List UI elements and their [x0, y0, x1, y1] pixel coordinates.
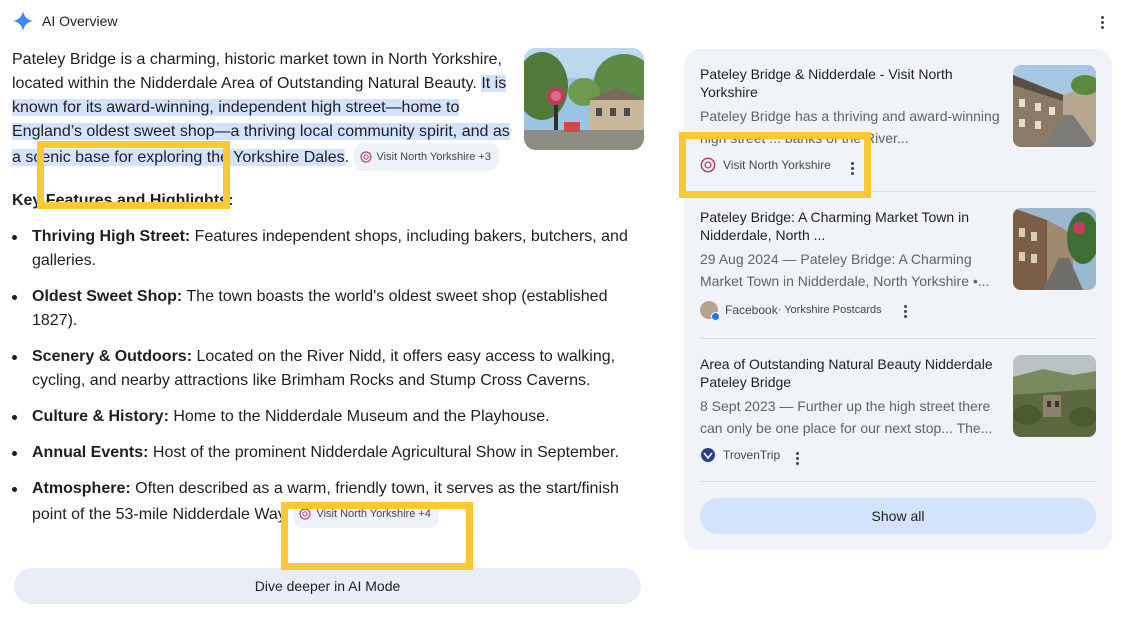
- list-item: Annual Events: Host of the prominent Nid…: [12, 441, 644, 465]
- feature-label: Oldest Sweet Shop:: [32, 288, 183, 305]
- source-site-name: TrovenTrip: [723, 448, 781, 462]
- citation-chip[interactable]: Visit North Yorkshire +3: [353, 143, 499, 171]
- landscape-photo: [1013, 355, 1096, 437]
- rose-logo-icon: [359, 151, 372, 163]
- list-item: Atmosphere: Often described as a warm, f…: [12, 477, 644, 529]
- features-list: Thriving High Street: Features independe…: [12, 225, 644, 529]
- town-photo: [524, 48, 644, 150]
- source-more-options-icon[interactable]: [843, 158, 861, 178]
- key-features-heading: Key Features and Highlights:: [12, 192, 234, 209]
- list-item: Thriving High Street: Features independe…: [12, 225, 644, 273]
- source-snippet: 29 Aug 2024 — Pateley Bridge: A Charming…: [700, 251, 990, 289]
- source-card[interactable]: Pateley Bridge & Nidderdale - Visit Nort…: [700, 65, 1096, 193]
- feature-label: Scenery & Outdoors:: [32, 348, 193, 365]
- source-site-name: Visit North Yorkshire: [723, 158, 831, 172]
- source-attribution: Visit North Yorkshire: [700, 157, 831, 173]
- list-item: Scenery & Outdoors: Located on the River…: [12, 345, 644, 393]
- street-photo: [1013, 65, 1096, 147]
- feature-label: Culture & History:: [32, 408, 169, 425]
- intro-text-end: .: [344, 149, 350, 167]
- ai-overview-header: AI Overview: [12, 10, 117, 32]
- source-card[interactable]: Area of Outstanding Natural Beauty Nidde…: [700, 355, 1096, 475]
- intro-paragraph: Pateley Bridge is a charming, historic m…: [12, 48, 512, 172]
- hero-image[interactable]: [524, 48, 644, 150]
- feature-label: Annual Events:: [32, 444, 149, 461]
- source-title[interactable]: Area of Outstanding Natural Beauty Nidde…: [700, 355, 1000, 391]
- source-thumbnail[interactable]: [1013, 65, 1096, 147]
- source-attribution: TrovenTrip: [700, 447, 780, 463]
- citation-chip-label: Visit North Yorkshire +3: [376, 151, 491, 163]
- feature-label: Atmosphere:: [32, 480, 131, 497]
- divider: [700, 481, 1096, 482]
- source-site-sub: · Yorkshire Postcards: [777, 304, 882, 316]
- source-thumbnail[interactable]: [1013, 355, 1096, 437]
- source-more-options-icon[interactable]: [788, 448, 806, 468]
- troventrip-logo-icon: [701, 448, 715, 462]
- source-attribution: Facebook · Yorkshire Postcards: [700, 301, 882, 321]
- feature-text: Host of the prominent Nidderdale Agricul…: [148, 444, 619, 461]
- rose-logo-icon: [299, 508, 312, 520]
- source-snippet: Pateley Bridge has a thriving and award-…: [700, 108, 1000, 146]
- list-item: Oldest Sweet Shop: The town boasts the w…: [12, 285, 644, 333]
- source-thumbnail[interactable]: [1013, 208, 1096, 290]
- show-all-button[interactable]: Show all: [700, 498, 1096, 534]
- divider: [700, 338, 1096, 339]
- sources-panel: Pateley Bridge & Nidderdale - Visit Nort…: [684, 49, 1112, 550]
- feature-label: Thriving High Street:: [32, 228, 191, 245]
- rose-logo-icon: [700, 157, 716, 173]
- intro-text: Pateley Bridge is a charming, historic m…: [12, 51, 502, 92]
- list-item: Culture & History: Home to the Nidderdal…: [12, 405, 644, 429]
- source-card[interactable]: Pateley Bridge: A Charming Market Town i…: [700, 208, 1096, 338]
- source-title[interactable]: Pateley Bridge & Nidderdale - Visit Nort…: [700, 65, 1000, 101]
- more-options-icon[interactable]: [1093, 12, 1111, 32]
- overview-body: Pateley Bridge is a charming, historic m…: [12, 48, 644, 541]
- divider: [700, 191, 1096, 192]
- source-more-options-icon[interactable]: [896, 301, 914, 321]
- gemini-sparkle-icon: [12, 10, 34, 32]
- source-snippet: 8 Sept 2023 — Further up the high street…: [700, 398, 993, 436]
- ai-overview-title: AI Overview: [42, 13, 118, 29]
- citation-chip[interactable]: Visit North Yorkshire +4: [293, 500, 439, 528]
- dive-deeper-button[interactable]: Dive deeper in AI Mode: [14, 568, 641, 604]
- street-photo: [1013, 208, 1096, 290]
- source-site-name: Facebook: [725, 303, 778, 317]
- facebook-avatar-icon: [700, 301, 720, 321]
- source-title[interactable]: Pateley Bridge: A Charming Market Town i…: [700, 208, 1000, 244]
- citation-chip-label: Visit North Yorkshire +4: [316, 508, 431, 520]
- feature-text: Home to the Nidderdale Museum and the Pl…: [168, 408, 550, 425]
